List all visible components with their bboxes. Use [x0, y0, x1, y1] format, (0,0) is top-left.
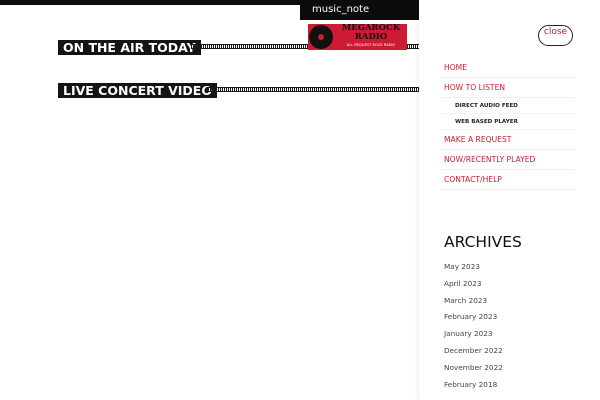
nav-item-now-recently-played[interactable]: NOW/RECENTLY PLAYED [441, 150, 575, 170]
megarock-radio-logo[interactable]: MEGAROCK RADIO ALL REQUEST ROCK RADIO [308, 24, 407, 50]
heading-rule [206, 87, 419, 92]
heading-rule [407, 44, 419, 49]
archive-link[interactable]: May 2023 [444, 259, 503, 276]
heading-on-the-air-today: ON THE AIR TODAY [58, 40, 201, 55]
music-note-tab[interactable]: music_note [300, 0, 419, 20]
archive-link[interactable]: November 2022 [444, 360, 503, 377]
close-button[interactable]: close [538, 25, 573, 46]
vinyl-disc-icon [309, 25, 333, 49]
nav-item-home[interactable]: HOME [441, 58, 575, 78]
nav-item-make-a-request[interactable]: MAKE A REQUEST [441, 130, 575, 150]
archive-link[interactable]: January 2023 [444, 326, 503, 343]
heading-live-concert-video: LIVE CONCERT VIDEO [58, 83, 217, 98]
archive-link[interactable]: March 2023 [444, 293, 503, 310]
archive-link[interactable]: April 2023 [444, 276, 503, 293]
archive-link[interactable]: December 2022 [444, 343, 503, 360]
archives-list: May 2023 April 2023 March 2023 February … [444, 259, 503, 393]
logo-tagline: ALL REQUEST ROCK RADIO [346, 43, 396, 47]
archive-link[interactable]: February 2023 [444, 309, 503, 326]
archive-link[interactable]: February 2018 [444, 377, 503, 394]
nav-item-direct-audio-feed[interactable]: DIRECT AUDIO FEED [441, 98, 575, 114]
nav-item-contact-help[interactable]: CONTACT/HELP [441, 170, 575, 190]
archives-heading: ARCHIVES [444, 233, 522, 251]
logo-line-2: RADIO [354, 32, 388, 42]
sidebar-nav: HOME HOW TO LISTEN DIRECT AUDIO FEED WEB… [441, 58, 575, 190]
nav-item-how-to-listen[interactable]: HOW TO LISTEN [441, 78, 575, 98]
nav-item-web-based-player[interactable]: WEB BASED PLAYER [441, 114, 575, 130]
heading-rule [191, 44, 308, 49]
